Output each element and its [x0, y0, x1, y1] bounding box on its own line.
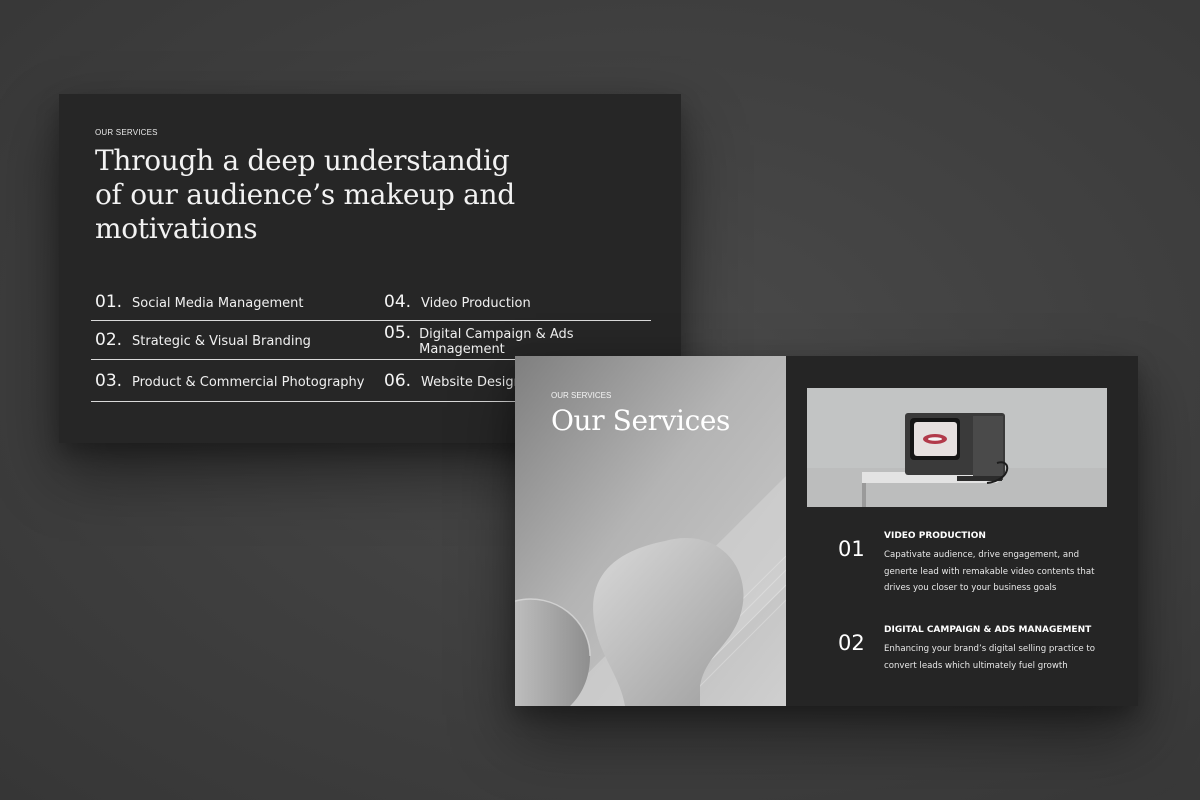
service-label: Social Media Management	[132, 296, 304, 311]
service-item: 02. Strategic & Visual Branding	[95, 330, 311, 350]
service-label: Video Production	[421, 296, 531, 311]
service-number: 02.	[95, 330, 123, 350]
service-detail-item: 01 VIDEO PRODUCTION Capativate audience,…	[838, 531, 1118, 597]
slide2-eyebrow: OUR SERVICES	[551, 391, 612, 400]
services-row: 02. Strategic & Visual Branding 05. Digi…	[91, 321, 651, 360]
service-number: 01.	[95, 292, 123, 312]
services-row: 01. Social Media Management 04. Video Pr…	[91, 284, 651, 321]
tv-image	[807, 388, 1107, 507]
service-label: Product & Commercial Photography	[132, 374, 365, 390]
service-number: 05.	[384, 323, 412, 343]
slide1-eyebrow: OUR SERVICES	[95, 128, 158, 137]
detail-number: 02	[838, 631, 865, 655]
abstract-shapes-photo: OUR SERVICES Our Services	[515, 356, 786, 706]
slide2-title: Our Services	[551, 404, 731, 437]
service-number: 04.	[384, 292, 412, 312]
slide1-headline: Through a deep understandig of our audie…	[95, 144, 515, 245]
services-detail-panel: 01 VIDEO PRODUCTION Capativate audience,…	[786, 356, 1138, 706]
service-label: Strategic & Visual Branding	[132, 334, 311, 349]
detail-number: 01	[838, 537, 865, 561]
services-detail-slide: OUR SERVICES Our Services 01 VIDEO PRODU…	[515, 356, 1138, 706]
detail-title: DIGITAL CAMPAIGN & ADS MANAGEMENT	[884, 625, 1092, 635]
detail-description: Capativate audience, drive engagement, a…	[884, 550, 1095, 593]
service-number: 03.	[95, 370, 123, 391]
service-label: Website Design	[421, 374, 522, 390]
tv-photo	[807, 388, 1107, 507]
service-label: Digital Campaign & Ads Management	[419, 327, 574, 357]
service-number: 06.	[384, 370, 412, 391]
service-item: 04. Video Production	[384, 292, 531, 312]
service-item: 06. Website Design	[384, 371, 522, 391]
service-item: 05. Digital Campaign & Ads Management	[384, 323, 651, 357]
service-detail-item: 02 DIGITAL CAMPAIGN & ADS MANAGEMENT Enh…	[838, 625, 1118, 674]
service-item: 03. Product & Commercial Photography	[95, 371, 364, 391]
service-item: 01. Social Media Management	[95, 292, 304, 312]
detail-title: VIDEO PRODUCTION	[884, 531, 986, 541]
detail-description: Enhancing your brand’s digital selling p…	[884, 644, 1096, 671]
